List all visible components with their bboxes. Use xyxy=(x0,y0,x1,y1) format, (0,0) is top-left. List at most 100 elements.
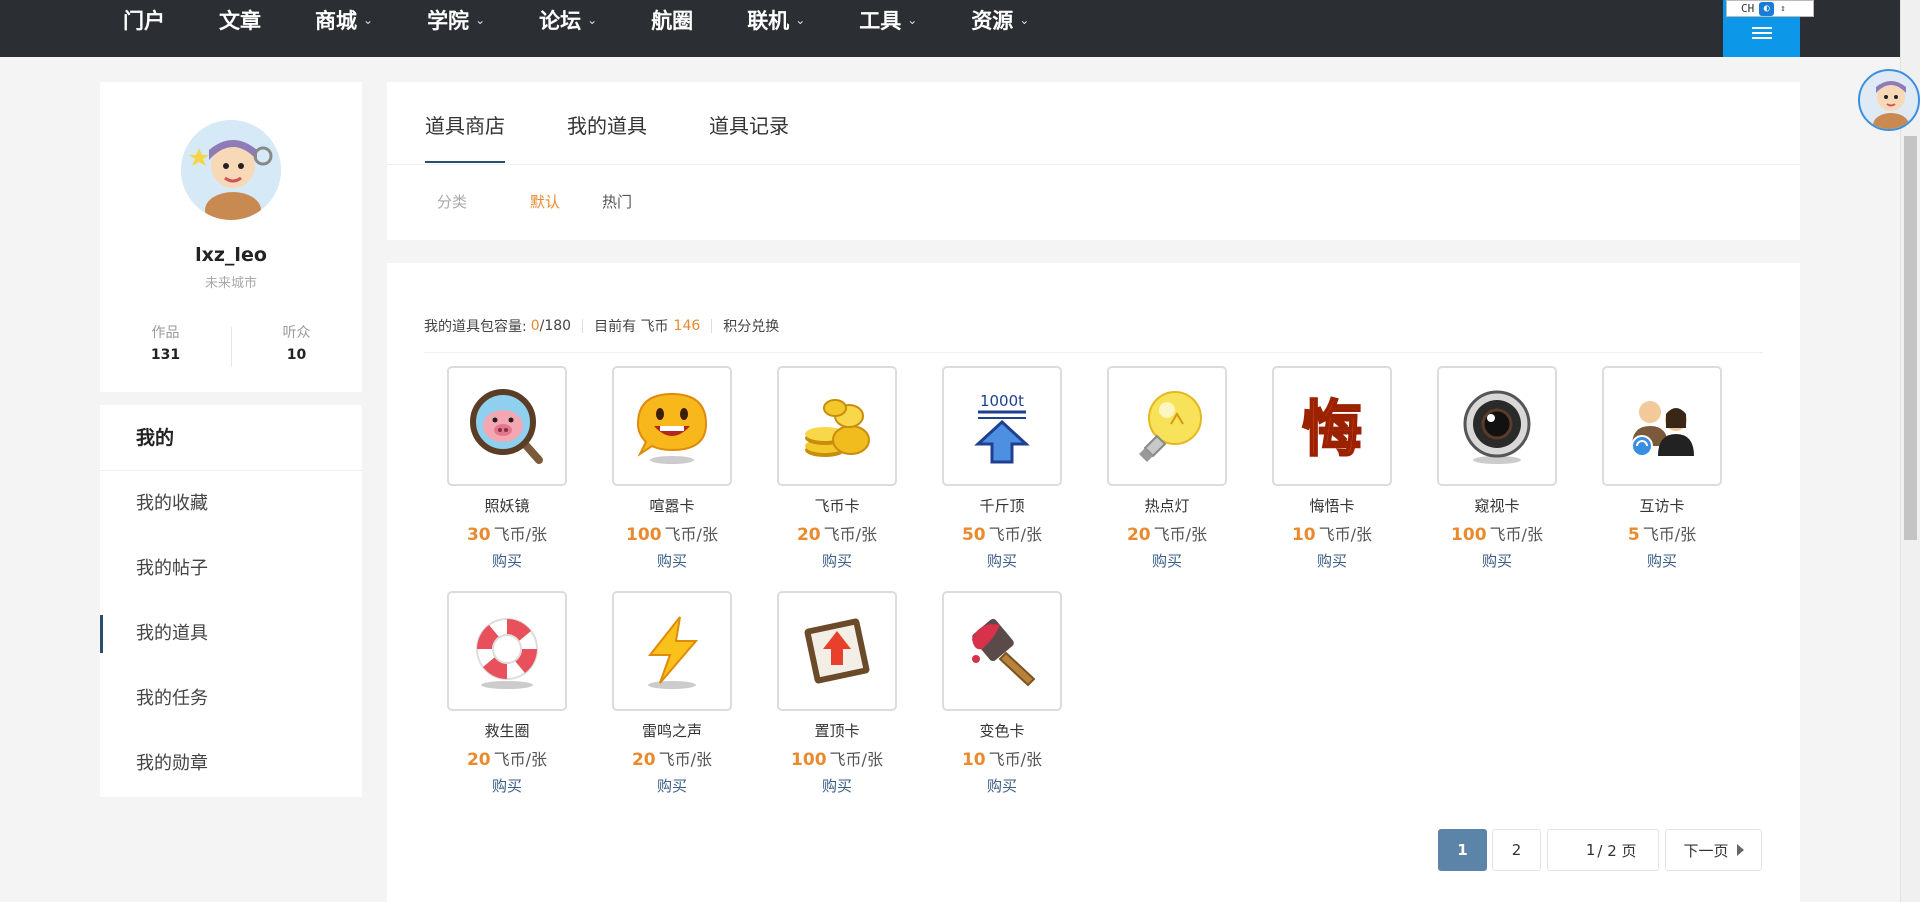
buy-button[interactable]: 购买 xyxy=(612,550,732,571)
item-price: 30 飞币/张 xyxy=(466,525,548,545)
item-image[interactable] xyxy=(1437,366,1557,486)
item-image[interactable] xyxy=(942,591,1062,711)
shop-item: 互访卡 5 飞币/张 购买 xyxy=(1602,366,1722,571)
capacity-total: /180 xyxy=(539,318,572,334)
page-jump-input[interactable] xyxy=(1569,841,1596,859)
nav-item-circle[interactable]: 航圈 xyxy=(651,5,693,35)
tabs-card: 道具商店 我的道具 道具记录 分类 默认 热门 xyxy=(387,82,1800,240)
divider xyxy=(711,319,713,333)
buy-button[interactable]: 购买 xyxy=(1272,550,1392,571)
item-price: 5 飞币/张 xyxy=(1627,525,1697,545)
sidebar-item-props[interactable]: 我的道具 xyxy=(100,601,362,666)
coins-value: 146 xyxy=(673,318,701,334)
subtab-category[interactable]: 分类 xyxy=(437,191,467,212)
shop-item: 雷鸣之声 20 飞币/张 购买 xyxy=(612,591,732,796)
sidebar-heading: 我的 xyxy=(100,405,362,471)
divider xyxy=(582,319,584,333)
buy-button[interactable]: 购买 xyxy=(777,775,897,796)
capacity-used: 0 xyxy=(530,318,540,334)
exchange-link[interactable]: 积分兑换 xyxy=(723,316,779,336)
item-image[interactable] xyxy=(1602,366,1722,486)
nav-item-academy[interactable]: 学院 ⌄ xyxy=(427,5,485,35)
sidebar-item-medals[interactable]: 我的勋章 xyxy=(100,731,362,796)
item-image[interactable]: 悔 xyxy=(1272,366,1392,486)
stat-works[interactable]: 作品 131 xyxy=(100,322,231,363)
chevron-down-icon: ⌄ xyxy=(907,13,918,27)
ime-indicator[interactable]: CH ◐ ⇕ xyxy=(1726,0,1814,17)
buy-button[interactable]: 购买 xyxy=(942,550,1062,571)
peek-lens-icon xyxy=(1463,390,1531,464)
hamburger-icon xyxy=(1751,26,1772,39)
buy-button[interactable]: 购买 xyxy=(1437,550,1557,571)
item-price: 20 飞币/张 xyxy=(796,525,878,545)
nav-item-resources[interactable]: 资源 ⌄ xyxy=(971,5,1029,35)
svg-text:悔: 悔 xyxy=(1302,395,1362,465)
item-image[interactable] xyxy=(1107,366,1227,486)
buy-button[interactable]: 购买 xyxy=(777,550,897,571)
sidebar-menu: 我的 我的收藏 我的帖子 我的道具 我的任务 我的勋章 xyxy=(100,405,362,797)
shop-content: 我的道具包容量: 0 /180 目前有 飞币 146 积分兑换 照妖镜 30 飞币… xyxy=(387,263,1800,902)
tab-prop-shop[interactable]: 道具商店 xyxy=(425,110,505,163)
item-price: 100 飞币/张 xyxy=(1451,525,1543,545)
sidebar-item-posts[interactable]: 我的帖子 xyxy=(100,536,362,601)
page-scrollbar[interactable] xyxy=(1900,0,1920,902)
sidebar-item-favorites[interactable]: 我的收藏 xyxy=(100,471,362,536)
subtab-default[interactable]: 默认 xyxy=(530,191,560,212)
tab-prop-records[interactable]: 道具记录 xyxy=(709,110,789,139)
nav-item-forum[interactable]: 论坛 ⌄ xyxy=(539,5,597,35)
item-name: 照妖镜 xyxy=(484,497,530,515)
item-price: 100 飞币/张 xyxy=(626,525,718,545)
item-price: 20 飞币/张 xyxy=(1126,525,1208,545)
item-image[interactable] xyxy=(612,591,732,711)
page-1-button[interactable]: 1 xyxy=(1438,829,1487,871)
next-page-button[interactable]: 下一页 xyxy=(1665,829,1762,871)
top-navbar: 门户 文章 商城 ⌄ 学院 ⌄ 论坛 ⌄ 航圈 联机 ⌄ 工具 ⌄ 资源 ⌄ CH ◐ ⇕ xyxy=(0,0,1920,57)
jack-1000t-icon: 1000t xyxy=(974,392,1030,464)
svg-text:1000t: 1000t xyxy=(980,392,1024,410)
scrollbar-thumb[interactable] xyxy=(1904,136,1917,540)
divider xyxy=(424,352,1763,353)
item-name: 千斤顶 xyxy=(979,497,1025,515)
buy-button[interactable]: 购买 xyxy=(942,775,1062,796)
item-name: 雷鸣之声 xyxy=(641,722,702,740)
item-name: 飞币卡 xyxy=(814,497,860,515)
visit-users-icon xyxy=(1631,401,1694,457)
buy-button[interactable]: 购买 xyxy=(1107,550,1227,571)
item-image[interactable] xyxy=(447,366,567,486)
chevron-down-icon: ⌄ xyxy=(587,13,598,27)
stat-fans[interactable]: 听众 10 xyxy=(231,322,362,363)
nav-item-online[interactable]: 联机 ⌄ xyxy=(747,5,805,35)
item-price: 50 飞币/张 xyxy=(961,525,1043,545)
subtab-popular[interactable]: 热门 xyxy=(602,191,632,212)
item-price: 10 飞币/张 xyxy=(1291,525,1373,545)
tabs-row: 道具商店 我的道具 道具记录 xyxy=(387,82,1800,165)
item-name: 喧嚣卡 xyxy=(649,497,695,515)
tab-my-props[interactable]: 我的道具 xyxy=(567,110,647,139)
arrow-right-icon xyxy=(1736,844,1744,856)
item-image[interactable] xyxy=(777,591,897,711)
username[interactable]: lxz_leo xyxy=(100,244,362,266)
shop-item: 照妖镜 30 飞币/张 购买 xyxy=(447,366,567,571)
page-2-button[interactable]: 2 xyxy=(1492,829,1541,871)
nav-item-portal[interactable]: 门户 xyxy=(123,5,165,35)
ime-dropdown-icon: ⇕ xyxy=(1780,3,1786,14)
buy-button[interactable]: 购买 xyxy=(1602,550,1722,571)
buy-button[interactable]: 购买 xyxy=(447,775,567,796)
item-image[interactable] xyxy=(612,366,732,486)
regret-char-icon: 悔 xyxy=(1301,394,1363,466)
avatar[interactable] xyxy=(181,120,281,220)
sidebar-item-tasks[interactable]: 我的任务 xyxy=(100,666,362,731)
lifebuoy-icon xyxy=(476,618,538,689)
buy-button[interactable]: 购买 xyxy=(447,550,567,571)
item-image[interactable]: 1000t xyxy=(942,366,1062,486)
paint-brush-icon xyxy=(972,618,1036,687)
shop-item: 救生圈 20 飞币/张 购买 xyxy=(447,591,567,796)
buy-button[interactable]: 购买 xyxy=(612,775,732,796)
item-image[interactable] xyxy=(777,366,897,486)
shop-item: 置顶卡 100 飞币/张 购买 xyxy=(777,591,897,796)
nav-item-tools[interactable]: 工具 ⌄ xyxy=(859,5,917,35)
nav-item-mall[interactable]: 商城 ⌄ xyxy=(315,5,373,35)
item-image[interactable] xyxy=(447,591,567,711)
floating-avatar-icon[interactable] xyxy=(1858,69,1920,131)
nav-item-articles[interactable]: 文章 xyxy=(219,5,261,35)
